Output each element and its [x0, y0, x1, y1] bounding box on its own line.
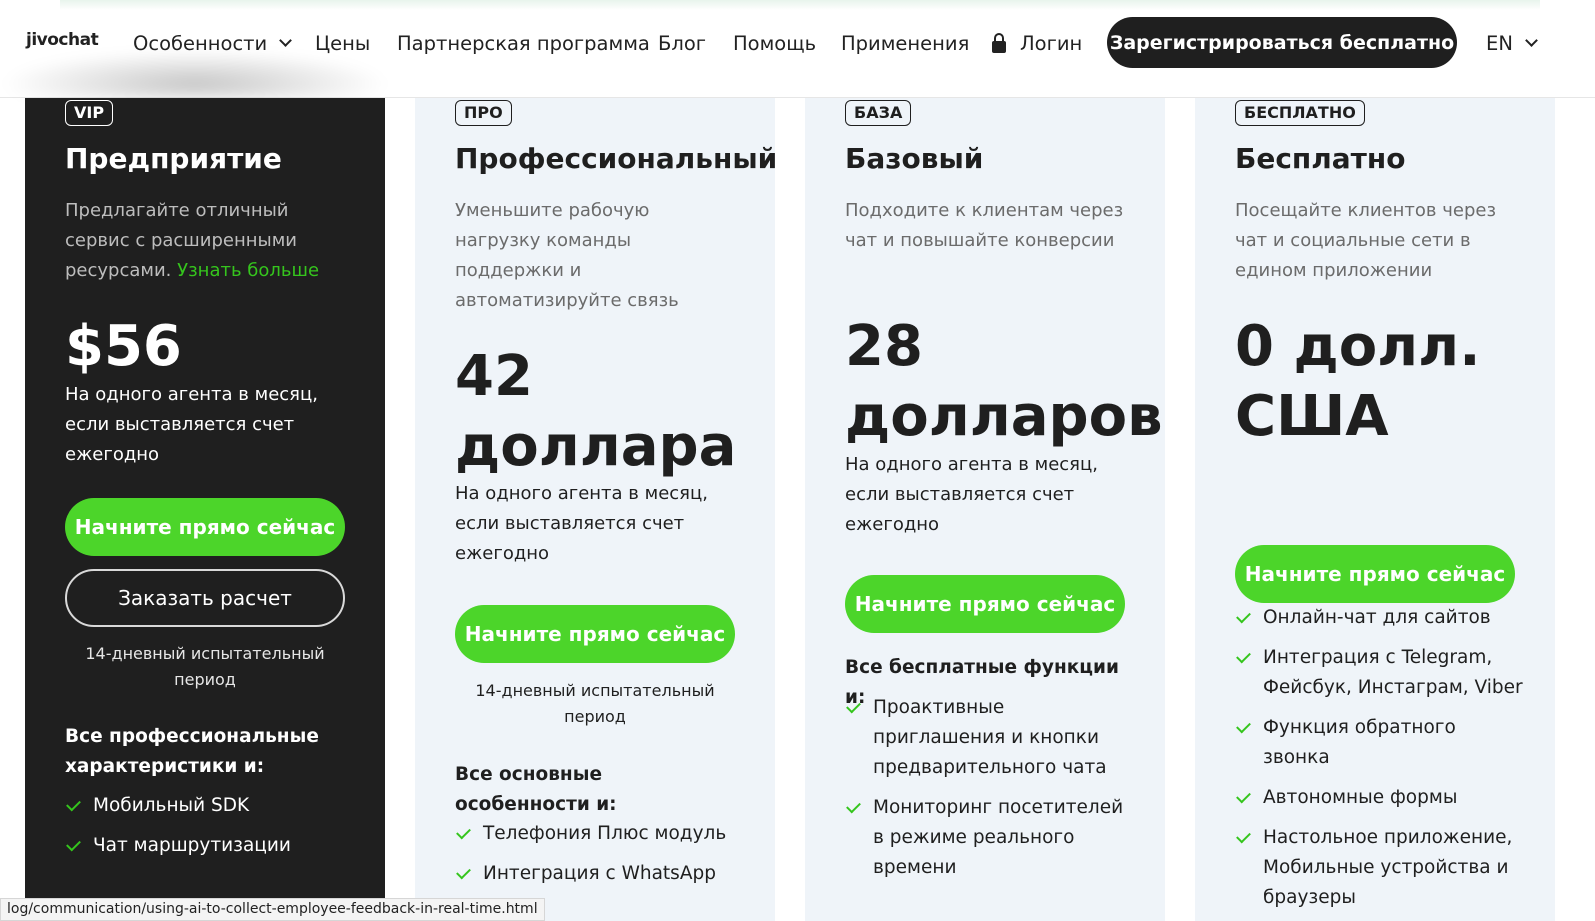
plan-title: Базовый — [845, 142, 984, 175]
feature-text: Онлайн-чат для сайтов — [1263, 607, 1491, 628]
feature-text: Мониторинг посетителей в режиме реальног… — [873, 797, 1124, 878]
feature-text: Телефония Плюс модуль — [483, 823, 727, 844]
nav-applications[interactable]: Применения — [841, 29, 969, 57]
check-icon — [66, 796, 81, 812]
check-icon — [1236, 608, 1251, 624]
plan-badge: VIP — [65, 100, 114, 126]
price-note: На одного агента в месяц, если выставляе… — [65, 384, 318, 465]
request-quote-button[interactable]: Заказать расчет — [65, 569, 345, 627]
learn-more-link[interactable]: Узнать больше — [177, 260, 319, 281]
check-icon — [1236, 828, 1251, 844]
feature-text: Мобильный SDK — [93, 795, 250, 816]
features-list: Телефония Плюс модуль Интеграция с Whats… — [455, 819, 755, 899]
nav-login-label: Логин — [1020, 31, 1083, 55]
plan-badge: БЕСПЛАТНО — [1235, 100, 1365, 126]
header-glow — [60, 0, 1540, 10]
list-item: Проактивные приглашения и кнопки предвар… — [845, 693, 1130, 783]
plan-title: Профессиональный — [455, 142, 778, 175]
feature-text: Чат маршрутизации — [93, 835, 291, 856]
nav-blog[interactable]: Блог — [658, 29, 706, 57]
check-icon — [456, 864, 471, 880]
start-now-button[interactable]: Начните прямо сейчас — [845, 575, 1125, 633]
feature-text: Проактивные приглашения и кнопки предвар… — [873, 697, 1107, 778]
feature-text: Интеграция с WhatsApp — [483, 863, 716, 884]
check-icon — [66, 836, 81, 852]
feature-text: Интеграция с Telegram, Фейсбук, Инстагра… — [1263, 647, 1523, 698]
plan-price: $56 — [65, 314, 182, 379]
plan-card-pro: ПРО Профессиональный Уменьшите рабочую н… — [415, 98, 778, 921]
nav-partner-program[interactable]: Партнерская программа — [397, 29, 650, 57]
check-icon — [456, 824, 471, 840]
features-heading: Все основные особенности и: — [455, 764, 617, 815]
plan-card-free: БЕСПЛАТНО Бесплатно Посещайте клиентов ч… — [1195, 98, 1555, 921]
plan-badge: БАЗА — [845, 100, 912, 126]
chevron-down-icon — [1525, 33, 1538, 47]
list-item: Настольное приложение, Мобильные устройс… — [1235, 823, 1525, 913]
plan-card-enterprise: VIP Предприятие Предлагайте отличный сер… — [25, 98, 385, 921]
list-item: Мониторинг посетителей в режиме реальног… — [845, 793, 1130, 883]
check-icon — [846, 698, 861, 714]
start-now-button[interactable]: Начните прямо сейчас — [1235, 545, 1515, 603]
link-status-bar: log/communication/using-ai-to-collect-em… — [0, 898, 545, 921]
features-list: Мобильный SDK Чат маршрутизации — [65, 791, 365, 871]
list-item: Телефония Плюс модуль — [455, 819, 755, 849]
plan-card-basic: БАЗА Базовый Подходите к клиентам через … — [805, 98, 1165, 921]
list-item: Автономные формы — [1235, 783, 1525, 813]
plan-description: Предлагайте отличный сервис с расширенны… — [65, 196, 325, 286]
check-icon — [1236, 718, 1251, 734]
chevron-down-icon — [279, 33, 293, 47]
plan-price: 42 доллара — [455, 344, 737, 479]
plan-title: Предприятие — [65, 142, 282, 175]
check-icon — [1236, 788, 1251, 804]
features-list: Проактивные приглашения и кнопки предвар… — [845, 693, 1130, 893]
plan-description: Посещайте клиентов через чат и социальны… — [1235, 200, 1497, 281]
list-item: Интеграция с Telegram, Фейсбук, Инстагра… — [1235, 643, 1525, 703]
language-label: EN — [1486, 31, 1513, 55]
signup-free-button[interactable]: Зарегистрироваться бесплатно — [1107, 17, 1457, 68]
price-note: На одного агента в месяц, если выставляе… — [845, 454, 1098, 535]
nav-features[interactable]: Особенности — [133, 29, 293, 57]
logo-shadow — [0, 50, 390, 98]
list-item: Чат маршрутизации — [65, 831, 365, 861]
plan-price: 28 долларов — [845, 314, 1163, 449]
nav-help[interactable]: Помощь — [733, 29, 816, 57]
plan-description: Подходите к клиентам через чат и повышай… — [845, 200, 1124, 251]
plan-price: 0 долл. США — [1235, 314, 1481, 449]
trial-period: 14-дневный испытательный период — [85, 644, 325, 689]
start-now-button[interactable]: Начните прямо сейчас — [65, 498, 345, 556]
lock-icon — [992, 33, 1006, 53]
features-heading: Все профессиональные характеристики и: — [65, 726, 319, 777]
jivochat-logo[interactable]: jivochat — [26, 30, 99, 50]
list-item: Функция обратного звонка — [1235, 713, 1525, 773]
plan-badge: ПРО — [455, 100, 512, 126]
trial-period: 14-дневный испытательный период — [475, 681, 715, 726]
nav-features-label: Особенности — [133, 31, 268, 55]
price-note: На одного агента в месяц, если выставляе… — [455, 483, 708, 564]
feature-text: Функция обратного звонка — [1263, 717, 1456, 768]
features-list: Онлайн-чат для сайтов Интеграция с Teleg… — [1235, 603, 1525, 921]
check-icon — [846, 798, 861, 814]
feature-text: Автономные формы — [1263, 787, 1458, 808]
plan-description: Уменьшите рабочую нагрузку команды подде… — [455, 200, 679, 311]
nav-login[interactable]: Логин — [992, 29, 1082, 57]
feature-text: Настольное приложение, Мобильные устройс… — [1263, 827, 1513, 908]
site-header: jivochat Особенности Цены Партнерская пр… — [0, 0, 1595, 98]
list-item: Интеграция с WhatsApp — [455, 859, 755, 889]
language-selector[interactable]: EN — [1486, 29, 1538, 57]
plan-title: Бесплатно — [1235, 142, 1406, 175]
list-item: Мобильный SDK — [65, 791, 365, 821]
start-now-button[interactable]: Начните прямо сейчас — [455, 605, 735, 663]
list-item: Онлайн-чат для сайтов — [1235, 603, 1525, 633]
check-icon — [1236, 648, 1251, 664]
nav-prices[interactable]: Цены — [315, 29, 370, 57]
